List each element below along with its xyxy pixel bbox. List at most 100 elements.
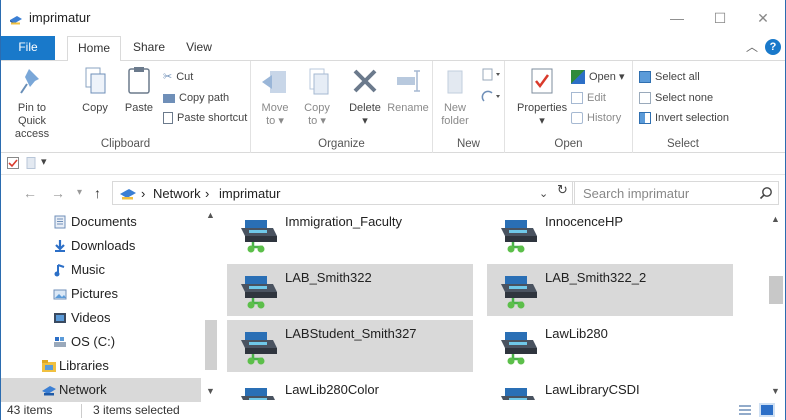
nav-item-libraries[interactable]: Libraries <box>1 354 201 378</box>
network-printer-icon <box>239 272 279 313</box>
edit-button[interactable]: Edit <box>571 89 606 107</box>
invert-selection-button[interactable]: Invert selection <box>639 109 729 127</box>
tab-file[interactable]: File <box>1 36 55 60</box>
music-icon <box>54 264 65 277</box>
close-button[interactable]: ✕ <box>741 4 785 32</box>
chevron-up-icon[interactable]: ︿ <box>746 38 758 55</box>
nav-item-videos[interactable]: Videos <box>1 306 201 330</box>
new-group-label: New <box>456 138 480 150</box>
details-view-icon[interactable] <box>738 403 752 417</box>
search-box[interactable]: Search imprimatur <box>572 181 779 205</box>
forward-arrow-icon[interactable]: → <box>51 185 65 201</box>
select-all-button[interactable]: Select all <box>639 68 700 86</box>
network-icon <box>42 386 56 396</box>
pin-to-quick-access-button[interactable]: Pin to Quick access <box>5 65 59 141</box>
nav-item-network[interactable]: Network <box>1 378 201 402</box>
clipboard-group: Pin to Quick access Copy Paste ✂ Cut Cop… <box>1 61 251 153</box>
scroll-down-arrow-icon[interactable]: ▼ <box>206 386 215 396</box>
search-icon[interactable] <box>759 186 773 200</box>
select-group-label: Select <box>667 138 699 150</box>
properties-icon <box>531 68 553 94</box>
scroll-up-arrow-icon[interactable]: ▲ <box>206 210 215 220</box>
maximize-button[interactable]: ☐ <box>698 4 742 32</box>
organize-group-label: Organize <box>318 138 365 150</box>
printer-item[interactable]: LAB_Smith322 <box>227 264 473 316</box>
select-group: Select all Select none Invert selection … <box>633 61 733 153</box>
new-folder-qat-icon[interactable] <box>25 157 37 169</box>
printer-item[interactable]: LawLibraryCSDI <box>487 376 733 400</box>
cut-button[interactable]: ✂ Cut <box>163 68 193 86</box>
printer-name: InnocenceHP <box>545 214 624 229</box>
printer-item[interactable]: LAB_Smith322_2 <box>487 264 733 316</box>
large-icons-view-icon[interactable] <box>759 403 775 417</box>
new-folder-button[interactable]: New folder <box>437 65 473 128</box>
navigation-pane-scrollbar[interactable]: ▲ ▼ <box>202 208 219 400</box>
pin-icon <box>20 69 39 94</box>
printer-item[interactable]: LawLib280 <box>487 320 733 372</box>
tab-view[interactable]: View <box>177 36 221 60</box>
nav-item-pictures[interactable]: Pictures <box>1 282 201 306</box>
properties-button[interactable]: Properties ▾ <box>517 65 567 128</box>
search-placeholder: Search imprimatur <box>583 186 690 201</box>
scrollbar-thumb[interactable] <box>205 320 217 370</box>
scroll-up-arrow-icon[interactable]: ▲ <box>771 214 780 224</box>
network-printer-icon <box>239 384 279 400</box>
copy-to-icon <box>309 68 329 95</box>
printer-name: LawLib280 <box>545 326 608 341</box>
paste-icon <box>128 67 150 94</box>
breadcrumb-network[interactable]: Network <box>153 186 201 201</box>
copy-to-button[interactable]: Copy to ▾ <box>299 65 335 128</box>
nav-item-music[interactable]: Music <box>1 258 201 282</box>
back-arrow-icon[interactable]: ← <box>23 185 37 201</box>
ribbon: Pin to Quick access Copy Paste ✂ Cut Cop… <box>1 60 785 153</box>
nav-item-downloads[interactable]: Downloads <box>1 234 201 258</box>
printer-item[interactable]: LABStudent_Smith327 <box>227 320 473 372</box>
paste-shortcut-button[interactable]: Paste shortcut <box>163 109 247 127</box>
help-icon[interactable]: ? <box>765 39 781 55</box>
title-bar: imprimatur — ☐ ✕ <box>1 0 785 36</box>
select-none-button[interactable]: Select none <box>639 89 713 107</box>
properties-qat-icon[interactable] <box>7 157 19 169</box>
network-printer-icon <box>499 216 539 257</box>
printer-name: LAB_Smith322_2 <box>545 270 647 285</box>
customize-qat-icon[interactable]: ▾ <box>41 155 47 168</box>
printer-item[interactable]: InnocenceHP <box>487 208 733 260</box>
history-icon <box>571 112 583 125</box>
scrollbar-thumb[interactable] <box>769 276 783 304</box>
breadcrumb-separator[interactable]: › <box>205 186 209 201</box>
selection-count: 3 items selected <box>93 403 180 417</box>
address-bar[interactable]: › Network › imprimatur ⌄ <box>112 181 575 205</box>
minimize-button[interactable]: — <box>655 4 699 32</box>
select-all-icon <box>639 71 651 84</box>
printer-name: LawLib280Color <box>285 382 379 397</box>
tab-home[interactable]: Home <box>67 36 121 61</box>
paste-button[interactable]: Paste <box>121 65 157 115</box>
nav-item-documents[interactable]: Documents <box>1 210 201 234</box>
copy-path-button[interactable]: Copy path <box>163 89 229 107</box>
nav-item-os-c[interactable]: OS (C:) <box>1 330 201 354</box>
breadcrumb-imprimatur[interactable]: imprimatur <box>219 186 280 201</box>
printer-item[interactable]: Immigration_Faculty <box>227 208 473 260</box>
refresh-icon[interactable]: ↻ <box>557 182 568 198</box>
window-title: imprimatur <box>29 10 91 25</box>
recent-locations-icon[interactable]: ▾ <box>77 187 82 198</box>
breadcrumb-separator[interactable]: › <box>141 186 145 201</box>
rename-button[interactable]: Rename <box>387 65 429 115</box>
ribbon-tabs: File Home Share View ︿ ? <box>1 36 785 61</box>
libraries-icon <box>42 360 56 372</box>
network-printer-icon <box>239 216 279 257</box>
file-list-scrollbar[interactable]: ▲ ▼ <box>767 208 785 400</box>
copy-button[interactable]: Copy <box>77 65 113 115</box>
up-arrow-icon[interactable]: ↑ <box>94 185 101 201</box>
easy-access-icon[interactable] <box>481 89 503 105</box>
history-button[interactable]: History <box>571 109 621 127</box>
scroll-down-arrow-icon[interactable]: ▼ <box>771 386 780 396</box>
move-to-button[interactable]: Move to ▾ <box>257 65 293 128</box>
delete-icon <box>353 69 377 93</box>
tab-share[interactable]: Share <box>125 36 173 60</box>
open-button[interactable]: Open ▾ <box>571 68 625 86</box>
delete-button[interactable]: Delete ▾ <box>345 65 385 128</box>
new-item-icon[interactable] <box>481 67 503 83</box>
printer-item[interactable]: LawLib280Color <box>227 376 473 400</box>
address-history-chevron-icon[interactable]: ⌄ <box>539 187 548 200</box>
